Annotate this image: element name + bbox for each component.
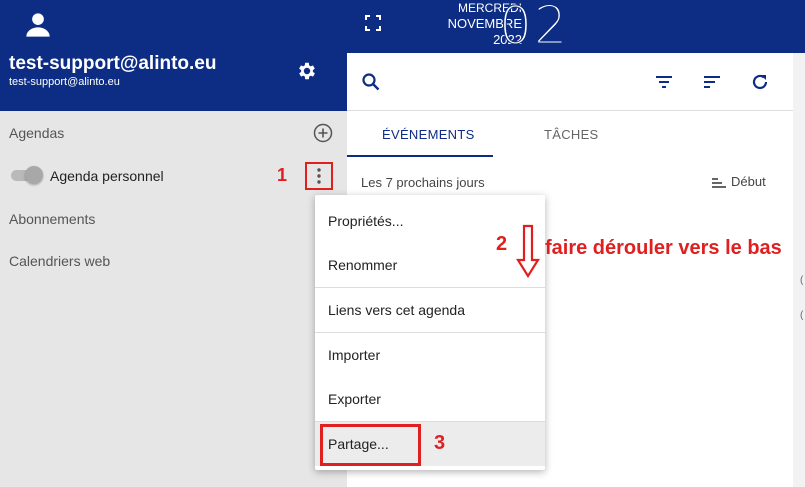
active-tab-indicator xyxy=(347,155,493,157)
annotation-highlight-partage xyxy=(320,424,421,466)
edge-row-mark: ( xyxy=(800,310,804,321)
day-number: 02 xyxy=(498,0,570,57)
filter-icon[interactable] xyxy=(654,72,674,92)
panel-toolbar xyxy=(347,53,793,111)
tab-evenements[interactable]: ÉVÉNEMENTS xyxy=(382,127,475,142)
user-email-secondary: test-support@alinto.eu xyxy=(9,76,120,88)
annotation-step-3: 3 xyxy=(434,432,446,454)
sidebar-header: test-support@alinto.eu test-support@alin… xyxy=(0,0,347,111)
section-abonnements[interactable]: Abonnements xyxy=(9,211,95,227)
sort-lines-icon xyxy=(712,177,726,188)
annotation-instruction: faire dérouler vers le bas xyxy=(545,237,782,259)
toggle-knob xyxy=(25,166,43,184)
menu-item-proprietes[interactable]: Propriétés... xyxy=(315,199,545,243)
agenda-toggle[interactable] xyxy=(9,166,43,184)
scrollbar[interactable] xyxy=(793,53,805,487)
annotation-step-2: 2 xyxy=(496,233,508,255)
refresh-icon[interactable] xyxy=(750,72,770,92)
more-vert-icon xyxy=(317,168,321,184)
arrow-down-icon xyxy=(516,224,540,278)
tab-bar: ÉVÉNEMENTS TÂCHES xyxy=(347,111,793,157)
sidebar: test-support@alinto.eu test-support@alin… xyxy=(0,0,347,487)
menu-item-exporter[interactable]: Exporter xyxy=(315,377,545,421)
user-icon[interactable] xyxy=(24,11,52,39)
menu-item-importer[interactable]: Importer xyxy=(315,333,545,377)
sort-start-label: Début xyxy=(731,174,766,189)
annotation-step-1: 1 xyxy=(277,165,288,185)
date-header: MERCREDI NOVEMBRE 2022 02 xyxy=(347,0,805,57)
user-email: test-support@alinto.eu xyxy=(9,53,217,74)
range-label: Les 7 prochains jours xyxy=(361,175,485,190)
menu-item-renommer[interactable]: Renommer xyxy=(315,243,545,287)
section-calendriers-web[interactable]: Calendriers web xyxy=(9,253,110,269)
menu-item-liens[interactable]: Liens vers cet agenda xyxy=(315,288,545,332)
section-agendas: Agendas xyxy=(9,125,65,141)
add-agenda-icon[interactable] xyxy=(313,123,333,143)
agenda-item-label[interactable]: Agenda personnel xyxy=(50,168,164,184)
gear-icon[interactable] xyxy=(296,60,318,82)
edge-row-mark: ( xyxy=(800,275,804,286)
agenda-options-button[interactable] xyxy=(305,162,333,190)
sort-icon[interactable] xyxy=(702,72,722,92)
tab-taches[interactable]: TÂCHES xyxy=(544,127,599,142)
sort-start-button[interactable]: Début xyxy=(711,174,766,189)
fullscreen-icon[interactable] xyxy=(365,15,381,31)
search-icon[interactable] xyxy=(361,72,381,92)
